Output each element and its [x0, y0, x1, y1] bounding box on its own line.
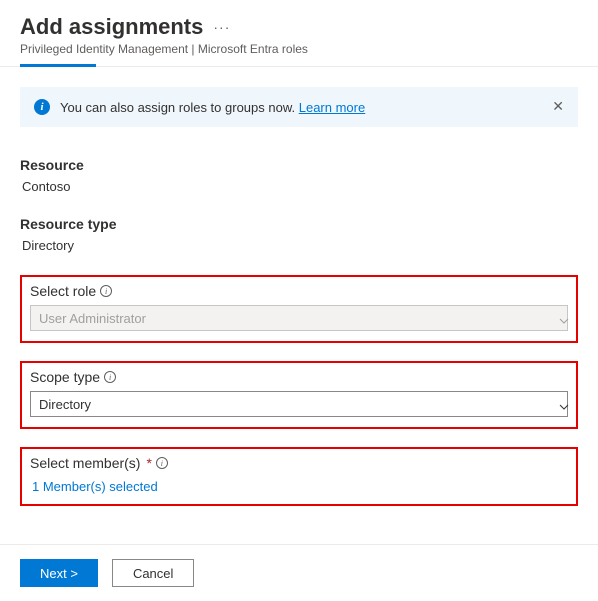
next-button[interactable]: Next > — [20, 559, 98, 587]
select-role-label-row: Select role i — [30, 283, 568, 299]
resource-type-label: Resource type — [20, 216, 578, 232]
required-indicator: * — [146, 455, 151, 471]
close-icon[interactable]: ✕ — [552, 99, 564, 113]
info-banner: i You can also assign roles to groups no… — [20, 87, 578, 127]
select-members-label: Select member(s) — [30, 455, 140, 471]
breadcrumb: Privileged Identity Management | Microso… — [20, 42, 578, 56]
resource-label: Resource — [20, 157, 578, 173]
members-selected-link[interactable]: 1 Member(s) selected — [30, 479, 158, 494]
scope-type-dropdown[interactable]: Directory — [30, 391, 568, 417]
learn-more-link[interactable]: Learn more — [299, 100, 365, 115]
resource-type-value: Directory — [20, 238, 578, 253]
select-members-label-row: Select member(s) * i — [30, 455, 568, 471]
select-members-section: Select member(s) * i 1 Member(s) selecte… — [20, 447, 578, 506]
scope-type-label-row: Scope type i — [30, 369, 568, 385]
info-icon: i — [34, 99, 50, 115]
select-role-value: User Administrator — [39, 311, 146, 326]
info-text: You can also assign roles to groups now.… — [60, 100, 365, 115]
select-role-section: Select role i User Administrator — [20, 275, 578, 343]
select-role-label: Select role — [30, 283, 96, 299]
scope-type-value: Directory — [39, 397, 91, 412]
scope-type-label: Scope type — [30, 369, 100, 385]
info-tooltip-icon[interactable]: i — [100, 285, 112, 297]
active-tab-indicator — [20, 64, 96, 67]
select-role-dropdown[interactable]: User Administrator — [30, 305, 568, 331]
page-title: Add assignments — [20, 14, 203, 40]
info-tooltip-icon[interactable]: i — [156, 457, 168, 469]
more-icon[interactable]: ··· — [213, 19, 230, 35]
cancel-button[interactable]: Cancel — [112, 559, 194, 587]
scope-type-section: Scope type i Directory — [20, 361, 578, 429]
info-message: You can also assign roles to groups now. — [60, 100, 299, 115]
info-tooltip-icon[interactable]: i — [104, 371, 116, 383]
resource-value: Contoso — [20, 179, 578, 194]
